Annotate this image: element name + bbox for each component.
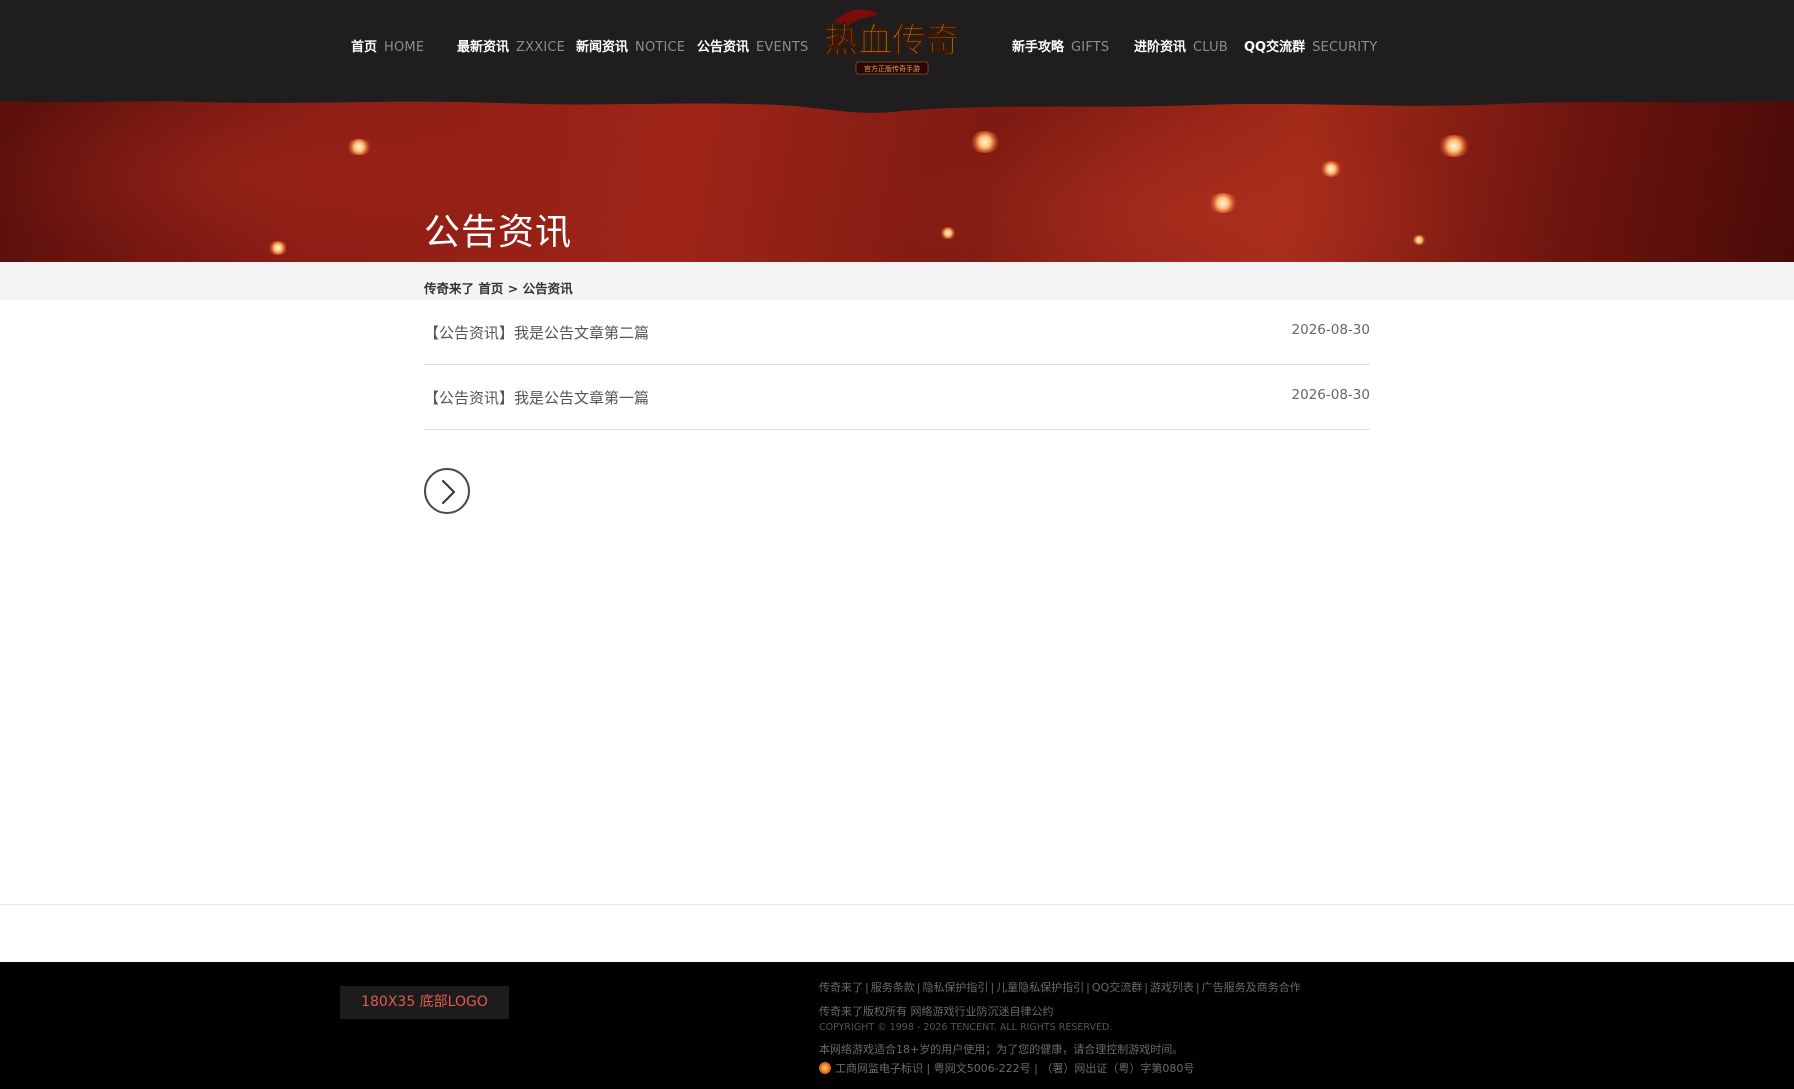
breadcrumb-home-link[interactable]: 首页 bbox=[478, 281, 503, 296]
article-list: 【公告资讯】我是公告文章第二篇 2026-08-30 【公告资讯】我是公告文章第… bbox=[424, 300, 1370, 430]
nav-label-en: SECURITY bbox=[1312, 40, 1378, 55]
site-footer: 180X35 底部LOGO 传奇来了 | 服务条款 | 隐私保护指引 | 儿童隐私保护指引 |… bbox=[0, 962, 1794, 1089]
breadcrumb-strip bbox=[0, 262, 1794, 300]
footer-copyright-en: COPYRIGHT © 1998 - 2026 TENCENT. ALL RIG… bbox=[819, 1022, 1113, 1033]
breadcrumb-site: 传奇来了 bbox=[424, 281, 475, 296]
ember-decoration bbox=[346, 139, 372, 155]
nav-item-beginner-guide[interactable]: 新手攻略 GIFTS bbox=[1012, 38, 1109, 58]
nav-label-cn: 首页 bbox=[351, 40, 378, 55]
nav-label-en: GIFTS bbox=[1071, 40, 1110, 55]
top-navigation-bar: 首页 HOME 最新资讯 ZXXICE 新闻资讯 NOTICE 公告资讯 EVENTS … bbox=[0, 0, 1794, 95]
article-date: 2026-08-30 bbox=[1291, 322, 1370, 338]
game-logo[interactable]: 热血传奇 官方正版传奇手游 bbox=[824, 4, 961, 88]
nav-label-en: NOTICE bbox=[635, 40, 686, 55]
nav-item-home[interactable]: 首页 HOME bbox=[351, 38, 424, 58]
nav-label-en: HOME bbox=[384, 40, 425, 55]
logo-main-text: 热血传奇 bbox=[826, 21, 956, 61]
footer-link[interactable]: 广告服务及商务合作 bbox=[1202, 981, 1301, 994]
page-banner: 公告资讯 bbox=[0, 95, 1794, 262]
footer-link[interactable]: QQ交流群 bbox=[1092, 981, 1142, 994]
game-logo-art: 热血传奇 官方正版传奇手游 bbox=[824, 9, 961, 75]
nav-label-cn: 最新资讯 bbox=[457, 40, 510, 55]
nav-label-en: CLUB bbox=[1193, 40, 1228, 55]
ember-decoration bbox=[970, 131, 1000, 153]
nav-label-cn: 新手攻略 bbox=[1012, 40, 1065, 55]
ember-decoration bbox=[940, 227, 956, 239]
footer-link[interactable]: 儿童隐私保护指引 bbox=[996, 981, 1084, 994]
nav-label-cn: QQ交流群 bbox=[1244, 40, 1306, 55]
footer-license-text[interactable]: 工商网监电子标识 | 粤网文5006-222号 | （署）网出证（粤）字第080… bbox=[835, 1062, 1194, 1075]
nav-item-advanced[interactable]: 进阶资讯 CLUB bbox=[1134, 38, 1228, 58]
nav-item-announcements[interactable]: 公告资讯 EVENTS bbox=[697, 38, 808, 58]
footer-link[interactable]: 隐私保护指引 bbox=[922, 981, 988, 994]
list-item: 【公告资讯】我是公告文章第二篇 2026-08-30 bbox=[424, 300, 1370, 365]
article-title-link[interactable]: 【公告资讯】我是公告文章第一篇 bbox=[424, 387, 649, 408]
ember-decoration bbox=[1208, 193, 1238, 213]
breadcrumb: 传奇来了 首页 > 公告资讯 bbox=[424, 278, 573, 297]
nav-item-latest-news[interactable]: 最新资讯 ZXXICE bbox=[457, 38, 565, 58]
ember-decoration bbox=[1412, 235, 1426, 245]
footer-link[interactable]: 游戏列表 bbox=[1150, 981, 1194, 994]
next-page-button[interactable] bbox=[424, 468, 470, 514]
article-date: 2026-08-30 bbox=[1291, 387, 1370, 403]
nav-label-cn: 公告资讯 bbox=[697, 40, 750, 55]
footer-link[interactable]: 传奇来了 bbox=[819, 981, 863, 994]
footer-link[interactable]: 服务条款 bbox=[871, 981, 915, 994]
list-item: 【公告资讯】我是公告文章第一篇 2026-08-30 bbox=[424, 365, 1370, 430]
article-title-link[interactable]: 【公告资讯】我是公告文章第二篇 bbox=[424, 322, 649, 343]
breadcrumb-current: 公告资讯 bbox=[522, 281, 573, 296]
breadcrumb-separator: > bbox=[507, 281, 519, 296]
nav-label-en: ZXXICE bbox=[516, 40, 566, 55]
nav-label-cn: 新闻资讯 bbox=[576, 40, 629, 55]
footer-divider bbox=[0, 904, 1794, 905]
nav-item-qq-group[interactable]: QQ交流群 SECURITY bbox=[1244, 38, 1378, 58]
page-title: 公告资讯 bbox=[424, 212, 573, 253]
footer-license: 工商网监电子标识 | 粤网文5006-222号 | （署）网出证（粤）字第080… bbox=[819, 1060, 1194, 1076]
nav-item-news[interactable]: 新闻资讯 NOTICE bbox=[576, 38, 685, 58]
footer-logo[interactable]: 180X35 底部LOGO bbox=[340, 986, 509, 1019]
nav-label-en: EVENTS bbox=[756, 40, 809, 55]
ember-decoration bbox=[268, 241, 288, 255]
ember-decoration bbox=[1320, 161, 1342, 177]
ember-decoration bbox=[1438, 135, 1470, 157]
banner-torn-edge bbox=[0, 95, 1794, 113]
logo-sub-text: 官方正版传奇手游 bbox=[864, 64, 920, 73]
nav-label-cn: 进阶资讯 bbox=[1134, 40, 1187, 55]
footer-copyright: 传奇来了版权所有 网络游戏行业防沉迷自律公约 bbox=[819, 1005, 1054, 1018]
chevron-right-icon bbox=[441, 479, 456, 505]
footer-links: 传奇来了 | 服务条款 | 隐私保护指引 | 儿童隐私保护指引 | QQ交流群 | 游戏列表 | 广告服… bbox=[819, 981, 1301, 994]
footer-age-notice: 本网络游戏适合18+岁的用户使用；为了您的健康，请合理控制游戏时间。 bbox=[819, 1043, 1184, 1056]
police-badge-icon bbox=[819, 1062, 831, 1074]
